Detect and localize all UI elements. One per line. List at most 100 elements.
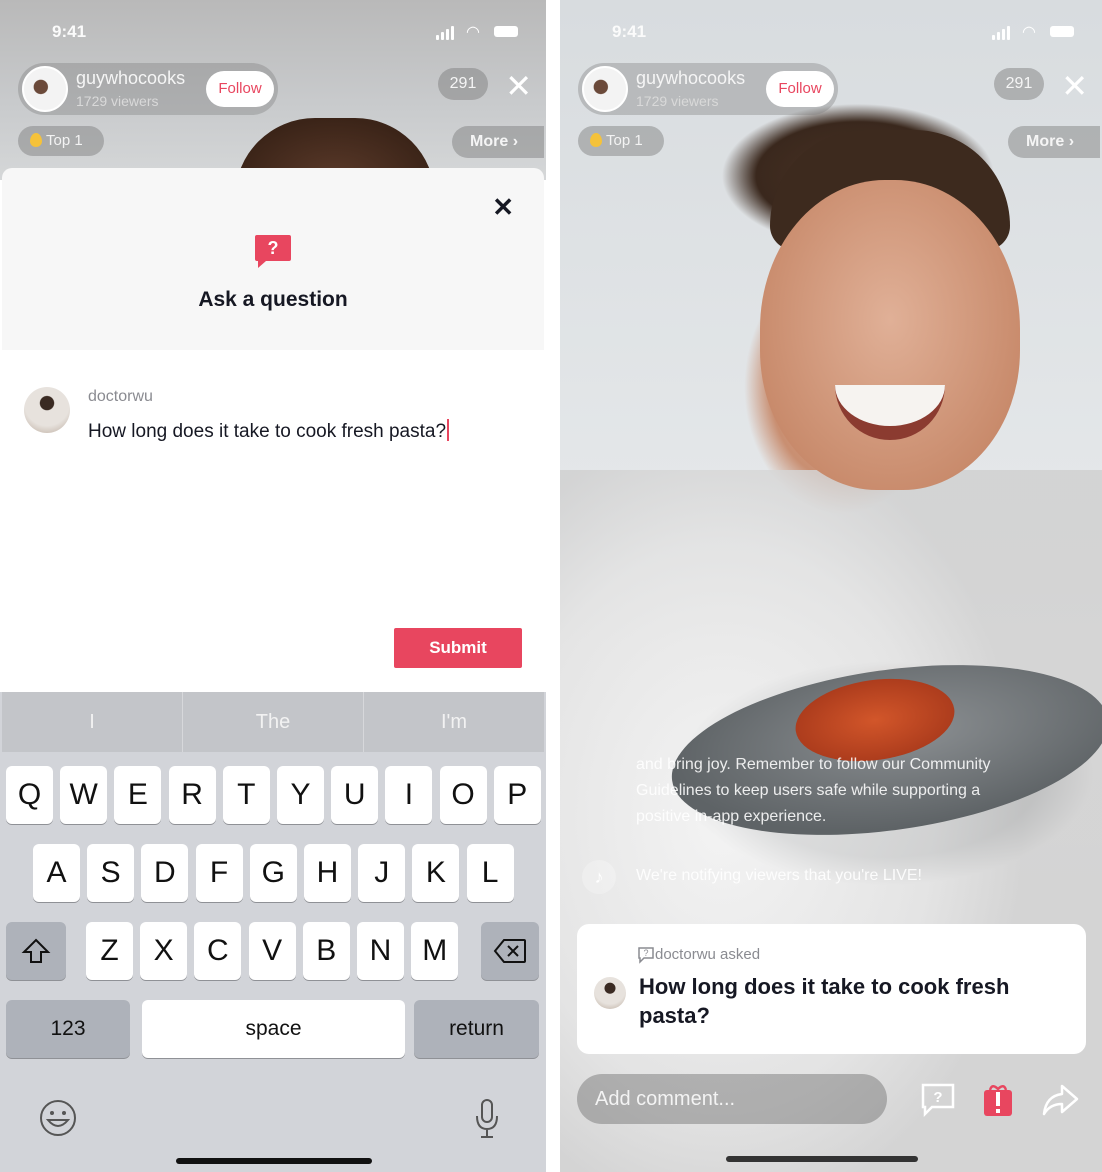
question-card[interactable]: ? doctorwu asked How long does it take t… — [577, 924, 1086, 1054]
host-name: guywhocooks — [76, 68, 186, 88]
suggestion-item[interactable]: I — [2, 692, 183, 752]
more-label: More — [1026, 133, 1065, 150]
key[interactable]: Y — [277, 766, 324, 824]
more-label: More — [470, 133, 509, 150]
key[interactable]: F — [195, 844, 243, 902]
microphone-icon[interactable] — [474, 1098, 500, 1140]
host-avatar[interactable] — [582, 66, 628, 112]
top-rank-badge[interactable]: Top 1 — [18, 126, 104, 156]
key[interactable]: C — [194, 922, 242, 980]
close-live-icon[interactable]: ✕ — [505, 70, 532, 102]
space-key[interactable]: space — [142, 1000, 405, 1058]
submit-button[interactable]: Submit — [394, 628, 522, 668]
key[interactable]: N — [357, 922, 404, 980]
tiktok-logo-icon: ♪ — [582, 860, 616, 894]
key[interactable]: S — [87, 844, 135, 902]
ask-question-sheet-header: ✕ ? Ask a question — [2, 168, 544, 350]
flame-icon — [590, 133, 602, 147]
keyboard: I The I'm QWERTYUIOPASDFGHJKLZXCVBNM 123… — [0, 692, 546, 1172]
viewer-count: 1729 viewers — [76, 93, 159, 109]
battery-icon — [1050, 26, 1074, 37]
comment-input[interactable]: Add comment... — [577, 1074, 887, 1124]
chat-line: and bring joy. Remember to follow our Co… — [636, 756, 991, 773]
follow-button[interactable]: Follow — [766, 71, 834, 107]
top-rank-label: Top 1 — [606, 132, 643, 149]
key[interactable]: Z — [86, 922, 133, 980]
host-info[interactable]: guywhocooks 1729 viewers Follow — [18, 63, 278, 115]
key[interactable]: X — [140, 922, 188, 980]
delete-key[interactable] — [481, 922, 539, 980]
status-bar: 9:41 ◠ — [560, 20, 1102, 44]
viewer-count: 1729 viewers — [636, 93, 719, 109]
close-live-icon[interactable]: ✕ — [1061, 70, 1088, 102]
key[interactable]: U — [331, 766, 379, 824]
wifi-icon: ◠ — [1022, 24, 1036, 41]
key[interactable]: B — [302, 922, 350, 980]
asker-avatar — [594, 977, 626, 1009]
key[interactable]: G — [249, 844, 297, 902]
more-button[interactable]: More › — [452, 126, 544, 158]
gift-count-badge[interactable]: 291 — [438, 68, 488, 100]
question-small-icon: ? — [638, 947, 654, 964]
key[interactable]: P — [493, 766, 541, 824]
numbers-key[interactable]: 123 — [6, 1000, 130, 1058]
chat-line: positive in-app experience. — [636, 808, 827, 825]
gift-count-badge[interactable]: 291 — [994, 68, 1044, 100]
home-indicator — [726, 1156, 918, 1162]
key[interactable]: H — [304, 844, 351, 902]
flame-icon — [30, 133, 42, 147]
battery-icon — [494, 26, 518, 37]
suggestion-item[interactable]: I'm — [364, 692, 544, 752]
status-time: 9:41 — [52, 22, 87, 41]
chat-message: and bring joy. Remember to follow our Co… — [636, 752, 1066, 830]
key[interactable]: L — [466, 844, 514, 902]
question-input[interactable]: How long does it take to cook fresh past… — [88, 419, 450, 443]
key[interactable]: W — [60, 766, 108, 824]
key[interactable]: K — [412, 844, 460, 902]
top-rank-badge[interactable]: Top 1 — [578, 126, 664, 156]
host-name: guywhocooks — [636, 68, 746, 88]
key[interactable]: V — [248, 922, 296, 980]
host-avatar[interactable] — [22, 66, 68, 112]
svg-text:?: ? — [268, 238, 279, 258]
suggestion-bar: I The I'm — [2, 692, 544, 752]
key[interactable]: D — [141, 844, 189, 902]
host-info[interactable]: guywhocooks 1729 viewers Follow — [578, 63, 838, 115]
key[interactable]: E — [114, 766, 162, 824]
key[interactable]: T — [222, 766, 270, 824]
key[interactable]: O — [439, 766, 487, 824]
chat-line: Guidelines to keep users safe while supp… — [636, 782, 981, 799]
status-time: 9:41 — [612, 22, 647, 41]
close-icon[interactable]: ✕ — [492, 192, 514, 223]
key[interactable]: I — [385, 766, 433, 824]
text-cursor — [447, 419, 450, 441]
question-asker: doctorwu asked — [655, 946, 761, 963]
chevron-right-icon: › — [1068, 133, 1075, 150]
key[interactable]: J — [358, 844, 406, 902]
key[interactable]: Q — [6, 766, 53, 824]
wifi-icon: ◠ — [466, 24, 480, 41]
return-key[interactable]: return — [414, 1000, 539, 1058]
key[interactable]: R — [168, 766, 216, 824]
shift-key[interactable] — [6, 922, 66, 980]
notify-message: We're notifying viewers that you're LIVE… — [636, 867, 922, 884]
more-button[interactable]: More › — [1008, 126, 1100, 158]
live-stream-screen: 9:41 ◠ guywhocooks 1729 viewers Follow 2… — [560, 0, 1102, 1172]
svg-text:?: ? — [643, 948, 648, 958]
share-icon[interactable] — [1040, 1080, 1080, 1120]
follow-button[interactable]: Follow — [206, 71, 274, 107]
shift-icon — [21, 938, 51, 963]
signal-icon — [436, 26, 454, 40]
question-input-value: How long does it take to cook fresh past… — [88, 421, 447, 442]
home-indicator — [176, 1158, 372, 1164]
sheet-title: Ask a question — [198, 288, 348, 311]
key[interactable]: M — [411, 922, 459, 980]
ask-question-icon[interactable]: ? — [918, 1080, 958, 1120]
suggestion-item[interactable]: The — [183, 692, 364, 752]
key[interactable]: A — [33, 844, 80, 902]
gift-icon[interactable] — [978, 1080, 1018, 1120]
emoji-icon[interactable] — [38, 1098, 78, 1138]
question-entry: doctorwu How long does it take to cook f… — [0, 350, 546, 692]
backspace-icon — [493, 939, 526, 963]
chevron-right-icon: › — [512, 133, 519, 150]
